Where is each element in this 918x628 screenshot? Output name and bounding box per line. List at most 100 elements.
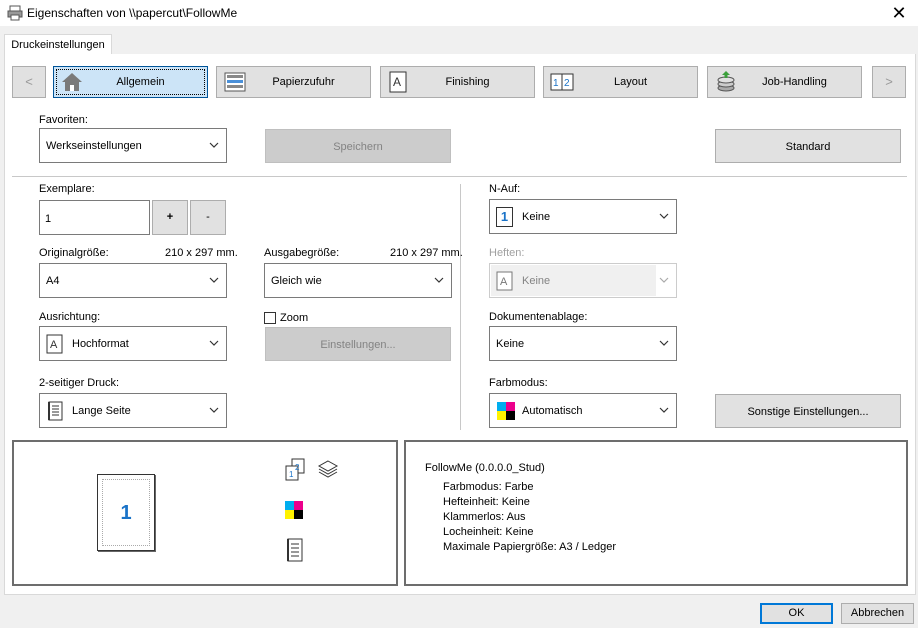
output-size-dimensions: 210 x 297 mm. (390, 247, 463, 259)
n-up-label: N-Auf: (489, 183, 521, 195)
info-line: Maximale Papiergröße: A3 / Ledger (443, 541, 617, 553)
nav-next-button[interactable]: > (872, 66, 906, 98)
window-title: Eigenschaften von \\papercut\FollowMe (27, 6, 238, 20)
duplex-combo[interactable]: Lange Seite (39, 393, 227, 428)
cancel-button[interactable]: Abbrechen (841, 603, 914, 624)
finishing-icon: A (389, 71, 407, 93)
duplex-label: 2-seitiger Druck: (39, 377, 120, 389)
preview-box: 1 1 2 (12, 440, 398, 586)
home-icon (62, 73, 82, 91)
original-size-label: Originalgröße: (39, 247, 109, 259)
nav-prev-button[interactable]: < (12, 66, 46, 98)
orientation-combo[interactable]: A Hochformat (39, 326, 227, 361)
nav-allgemein-button[interactable]: Allgemein (53, 66, 208, 98)
output-size-label: Ausgabegröße: (264, 247, 340, 259)
zoom-checkbox[interactable] (264, 312, 276, 324)
document-filing-label: Dokumentenablage: (489, 311, 588, 323)
chevron-down-icon (434, 277, 444, 283)
output-size-value: Gleich wie (271, 275, 322, 287)
other-settings-button[interactable]: Sonstige Einstellungen... (715, 394, 901, 428)
title-bar: Eigenschaften von \\papercut\FollowMe ✕ (0, 0, 918, 26)
document-filing-combo[interactable]: Keine (489, 326, 677, 361)
close-button[interactable]: ✕ (880, 0, 918, 26)
stapling-value: Keine (522, 275, 551, 287)
chevron-down-icon (659, 407, 669, 413)
svg-text:A: A (500, 276, 508, 288)
nav-finishing-label: Finishing (445, 76, 490, 88)
original-size-value: A4 (46, 275, 60, 287)
nav-job-handling-label: Job-Handling (762, 76, 827, 88)
nav-allgemein-label: Allgemein (116, 76, 165, 88)
favorites-label: Favoriten: (39, 114, 88, 126)
info-line: Farbmodus: Farbe (443, 481, 534, 493)
favorites-value: Werkseinstellungen (46, 140, 142, 152)
orientation-label: Ausrichtung: (39, 311, 101, 323)
info-line: Hefteinheit: Keine (443, 496, 530, 508)
color-status-icon (285, 501, 303, 519)
duplex-value: Lange Seite (72, 405, 131, 417)
nav-layout-label: Layout (613, 76, 648, 88)
info-line: Locheinheit: Keine (443, 526, 534, 538)
column-divider (460, 184, 461, 430)
nav-finishing-button[interactable]: A Finishing (380, 66, 535, 98)
output-size-combo[interactable]: Gleich wie (264, 263, 452, 298)
n-up-status-icon: 1 2 (285, 458, 305, 481)
staple-icon: A (496, 271, 513, 291)
job-handling-icon (717, 71, 735, 92)
layout-icon: 1 2 (550, 73, 574, 91)
duplex-long-edge-icon (48, 401, 63, 421)
save-favorites-button[interactable]: Speichern (265, 129, 451, 163)
chevron-down-icon (209, 277, 219, 283)
page-number: 1 (120, 502, 132, 524)
document-filing-value: Keine (496, 338, 525, 350)
chevron-down-icon (659, 340, 669, 346)
n-up-combo[interactable]: 1 Keine (489, 199, 677, 234)
svg-text:2: 2 (295, 463, 300, 472)
nav-papierzufuhr-button[interactable]: Papierzufuhr (216, 66, 371, 98)
chevron-down-icon (659, 277, 669, 283)
svg-text:A: A (50, 339, 58, 351)
copies-decrement-button[interactable]: - (190, 200, 226, 235)
svg-text:1: 1 (553, 78, 559, 89)
copies-input[interactable]: 1 (39, 200, 150, 235)
chevron-down-icon (209, 142, 219, 148)
portrait-orientation-icon: A (46, 334, 63, 354)
original-size-dimensions: 210 x 297 mm. (165, 247, 238, 259)
chevron-down-icon (209, 407, 219, 413)
duplex-status-icon (287, 538, 303, 562)
stapling-label: Heften: (489, 247, 525, 259)
printer-info-header: FollowMe (0.0.0.0_Stud) (425, 462, 545, 474)
n-up-page-icon: 1 (496, 207, 513, 227)
paper-tray-icon (224, 72, 246, 92)
page-preview: 1 (97, 474, 155, 551)
favorites-combo[interactable]: Werkseinstellungen (39, 128, 227, 163)
svg-text:1: 1 (289, 470, 294, 479)
nav-papierzufuhr-label: Papierzufuhr (272, 76, 335, 88)
color-mode-icon (497, 402, 515, 420)
standard-button[interactable]: Standard (715, 129, 901, 163)
svg-text:2: 2 (564, 78, 570, 89)
ok-button[interactable]: OK (760, 603, 833, 624)
nav-layout-button[interactable]: 1 2 Layout (543, 66, 698, 98)
printer-info-box: FollowMe (0.0.0.0_Stud) Farbmodus: Farbe… (404, 440, 908, 586)
chevron-down-icon (209, 340, 219, 346)
tab-druckeinstellungen[interactable]: Druckeinstellungen (4, 34, 112, 56)
copies-increment-button[interactable]: + (152, 200, 188, 235)
section-divider (12, 176, 907, 177)
color-mode-label: Farbmodus: (489, 377, 548, 389)
original-size-combo[interactable]: A4 (39, 263, 227, 298)
printer-icon (7, 5, 23, 21)
chevron-down-icon (659, 213, 669, 219)
info-line: Klammerlos: Aus (443, 511, 526, 523)
orientation-value: Hochformat (72, 338, 129, 350)
color-mode-combo[interactable]: Automatisch (489, 393, 677, 428)
copies-value: 1 (45, 213, 52, 225)
color-mode-value: Automatisch (522, 405, 583, 417)
zoom-label: Zoom (280, 312, 309, 324)
stapling-combo[interactable]: A Keine (489, 263, 677, 298)
zoom-settings-button[interactable]: Einstellungen... (265, 327, 451, 361)
stack-output-icon (317, 460, 339, 478)
svg-text:A: A (393, 75, 401, 89)
n-up-value: Keine (522, 211, 551, 223)
nav-job-handling-button[interactable]: Job-Handling (707, 66, 862, 98)
